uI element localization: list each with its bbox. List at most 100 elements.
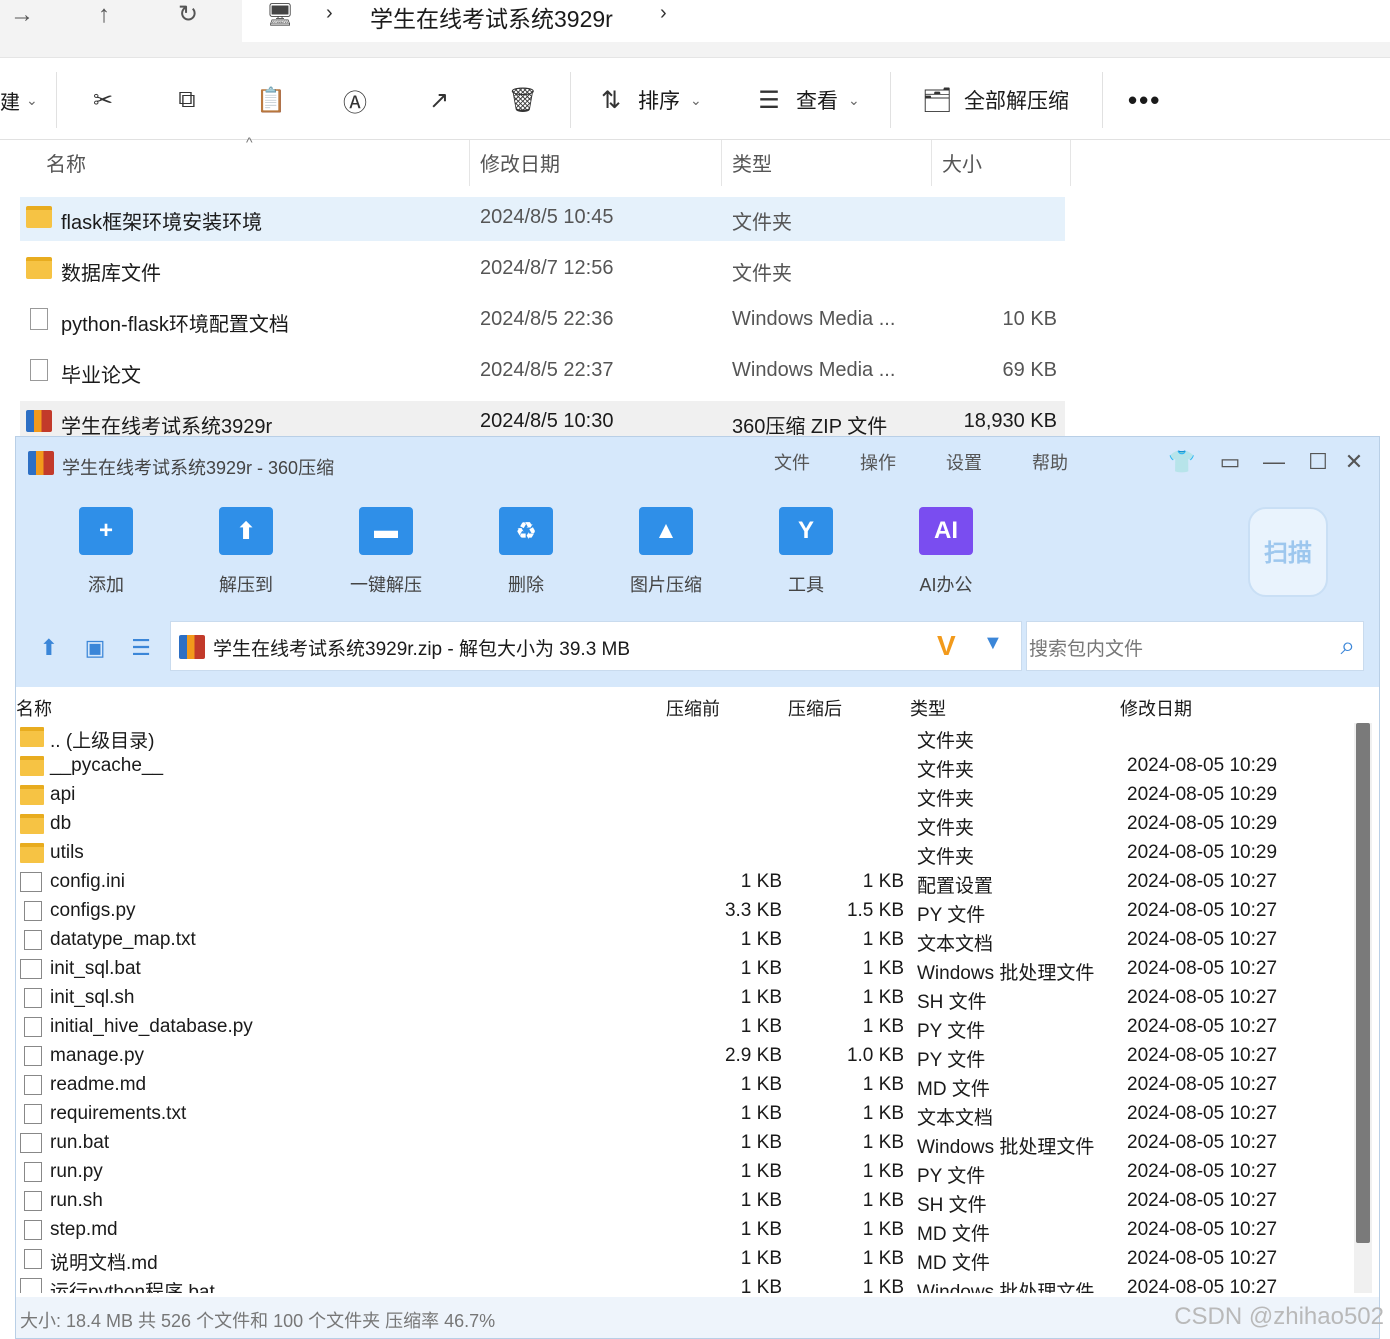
scissors-icon: ✂ <box>92 86 114 114</box>
table-row[interactable]: initial_hive_database.py 1 KB 1 KB PY 文件 202… <box>16 1013 1352 1042</box>
scrollbar-thumb[interactable] <box>1356 723 1370 1243</box>
search-icon[interactable]: ⌕ <box>1340 630 1355 662</box>
table-row[interactable]: 说明文档.md 1 KB 1 KB MD 文件 2024-08-05 10:27 <box>16 1245 1352 1274</box>
refresh-icon[interactable]: ↻ <box>168 0 208 30</box>
window-title: 学生在线考试系统3929r - 360压缩 <box>62 458 335 478</box>
table-row[interactable]: utils 文件夹 2024-08-05 10:29 <box>16 839 1352 868</box>
table-row[interactable]: readme.md 1 KB 1 KB MD 文件 2024-08-05 10:27 <box>16 1071 1352 1100</box>
table-row[interactable]: run.bat 1 KB 1 KB Windows 批处理文件 2024-08-05 1… <box>16 1129 1352 1158</box>
vertical-scrollbar[interactable] <box>1354 723 1372 1293</box>
tool-button[interactable]: ♻ 删除 <box>466 507 586 597</box>
more-options-button[interactable]: ••• <box>1128 80 1161 120</box>
maximize-icon[interactable]: ☐ <box>1298 447 1338 477</box>
row-date: 2024-08-05 10:27 <box>1127 1248 1278 1269</box>
item-size: 10 KB <box>1002 308 1057 330</box>
sort-button[interactable]: ⇅ 排序 ⌄ <box>594 80 702 120</box>
breadcrumb-chevron-icon[interactable]: › <box>660 2 667 25</box>
v-logo-icon[interactable]: V <box>937 630 956 662</box>
forward-arrow-icon[interactable]: → <box>2 0 42 30</box>
explorer-list-item[interactable]: flask框架环境安装环境 2024/8/5 10:45 文件夹 <box>20 197 1065 241</box>
table-row[interactable]: api 文件夹 2024-08-05 10:29 <box>16 781 1352 810</box>
path-field[interactable]: 学生在线考试系统3929r.zip - 解包大小为 39.3 MB V ▼ <box>170 621 1022 671</box>
up-level-icon[interactable]: ⬆ <box>34 633 64 663</box>
share-button[interactable]: ↗ <box>422 80 456 120</box>
table-row[interactable]: run.sh 1 KB 1 KB SH 文件 2024-08-05 10:27 <box>16 1187 1352 1216</box>
column-name[interactable]: 名称 <box>46 148 86 177</box>
computer-icon[interactable]: 🖥 <box>266 2 294 28</box>
delete-button[interactable]: 🗑 <box>506 80 540 120</box>
skin-shirt-icon[interactable]: 👕 <box>1162 447 1202 477</box>
new-button[interactable]: 建 ⌄ <box>0 80 38 120</box>
tool-button[interactable]: ▬ 一键解压 <box>326 507 446 597</box>
row-date: 2024-08-05 10:27 <box>1127 871 1278 892</box>
tool-button[interactable]: ⬆ 解压到 <box>186 507 306 597</box>
tool-button[interactable]: Y 工具 <box>746 507 866 597</box>
file-icon <box>24 1075 42 1095</box>
feedback-icon[interactable]: ▭ <box>1210 447 1250 477</box>
up-arrow-icon[interactable]: ↑ <box>84 0 124 30</box>
dropdown-arrow-icon[interactable]: ▼ <box>983 632 1003 655</box>
close-icon[interactable]: ✕ <box>1334 447 1374 477</box>
table-row[interactable]: db 文件夹 2024-08-05 10:29 <box>16 810 1352 839</box>
row-type: MD 文件 <box>917 1253 990 1274</box>
table-row[interactable]: datatype_map.txt 1 KB 1 KB 文本文档 2024-08-05 1… <box>16 926 1352 955</box>
table-row[interactable]: __pycache__ 文件夹 2024-08-05 10:29 <box>16 752 1352 781</box>
rename-button[interactable]: Ⓐ <box>338 80 372 120</box>
table-row[interactable]: run.py 1 KB 1 KB PY 文件 2024-08-05 10:27 <box>16 1158 1352 1187</box>
table-row[interactable]: init_sql.bat 1 KB 1 KB Windows 批处理文件 2024-08… <box>16 955 1352 984</box>
view-button[interactable]: ☰ 查看 ⌄ <box>752 80 860 120</box>
row-type: Windows 批处理文件 <box>917 1282 1095 1293</box>
table-row[interactable]: .. (上级目录) 文件夹 <box>16 723 1352 752</box>
breadcrumb-chevron-icon[interactable]: › <box>326 2 333 25</box>
row-size-before: 1 KB <box>740 987 782 1008</box>
menu-operate[interactable]: 操作 <box>860 449 896 475</box>
menu-file[interactable]: 文件 <box>774 449 810 475</box>
copy-icon: ⧉ <box>178 86 196 113</box>
search-input[interactable]: 搜索包内文件 ⌕ <box>1026 621 1364 671</box>
tools-icon: Y <box>779 507 833 555</box>
column-after[interactable]: 压缩后 <box>788 695 842 721</box>
folder-icon <box>26 257 52 279</box>
tool-button[interactable]: + 添加 <box>46 507 166 597</box>
cut-button[interactable]: ✂ <box>86 80 120 120</box>
copy-button[interactable]: ⧉ <box>170 80 204 120</box>
item-name: 学生在线考试系统3929r <box>61 416 273 438</box>
explorer-list-item[interactable]: 毕业论文 2024/8/5 22:37 Windows Media ... 69 KB <box>20 350 1065 394</box>
table-row[interactable]: manage.py 2.9 KB 1.0 KB PY 文件 2024-08-05 10:… <box>16 1042 1352 1071</box>
menu-help[interactable]: 帮助 <box>1032 449 1068 475</box>
list-view-icon[interactable]: ☰ <box>126 633 156 663</box>
column-modified[interactable]: 修改日期 <box>480 148 560 177</box>
table-row[interactable]: step.md 1 KB 1 KB MD 文件 2024-08-05 10:27 <box>16 1216 1352 1245</box>
row-type: MD 文件 <box>917 1224 990 1245</box>
row-size-before: 1 KB <box>740 929 782 950</box>
column-size[interactable]: 大小 <box>942 148 982 177</box>
tool-button[interactable]: ▲ 图片压缩 <box>606 507 726 597</box>
table-row[interactable]: init_sql.sh 1 KB 1 KB SH 文件 2024-08-05 10:27 <box>16 984 1352 1013</box>
menu-settings[interactable]: 设置 <box>946 449 982 475</box>
table-row[interactable]: config.ini 1 KB 1 KB 配置设置 2024-08-05 10:27 <box>16 868 1352 897</box>
breadcrumb-current-folder[interactable]: 学生在线考试系统3929r <box>370 0 613 34</box>
extract-all-button[interactable]: 🗂 全部解压缩 <box>920 80 1069 120</box>
column-modified[interactable]: 修改日期 <box>1120 695 1192 721</box>
row-size-before: 1 KB <box>740 1016 782 1037</box>
tool-label: 删除 <box>508 575 544 595</box>
item-date: 2024/8/5 10:45 <box>480 206 614 228</box>
table-row[interactable]: 运行python程序.bat 1 KB 1 KB Windows 批处理文件 2024-… <box>16 1274 1352 1293</box>
table-row[interactable]: configs.py 3.3 KB 1.5 KB PY 文件 2024-08-05 10… <box>16 897 1352 926</box>
column-type[interactable]: 类型 <box>732 148 772 177</box>
address-box[interactable]: 🖥 › 学生在线考试系统3929r › <box>242 0 1390 42</box>
explorer-list-item[interactable]: 数据库文件 2024/8/7 12:56 文件夹 <box>20 248 1065 292</box>
column-name[interactable]: 名称 <box>16 695 52 721</box>
minimize-icon[interactable]: — <box>1254 447 1294 477</box>
table-row[interactable]: requirements.txt 1 KB 1 KB 文本文档 2024-08-05 1… <box>16 1100 1352 1129</box>
column-before[interactable]: 压缩前 <box>666 695 720 721</box>
tool-button[interactable]: AI AI办公 <box>886 507 1006 597</box>
item-name: flask框架环境安装环境 <box>61 212 263 234</box>
folder-icon <box>26 206 52 228</box>
explorer-list-item[interactable]: python-flask环境配置文档 2024/8/5 22:36 Windows … <box>20 299 1065 343</box>
main-toolbar: + 添加 ⬆ 解压到 ▬ 一键解压 ♻ 删除 ▲ 图片压缩 Y 工具 AI AI办公 扫描 <box>16 487 1379 617</box>
thumbnail-view-icon[interactable]: ▣ <box>80 633 110 663</box>
paste-button[interactable]: 📋 <box>254 80 288 120</box>
column-type[interactable]: 类型 <box>910 695 946 721</box>
scan-button[interactable]: 扫描 <box>1248 507 1328 597</box>
